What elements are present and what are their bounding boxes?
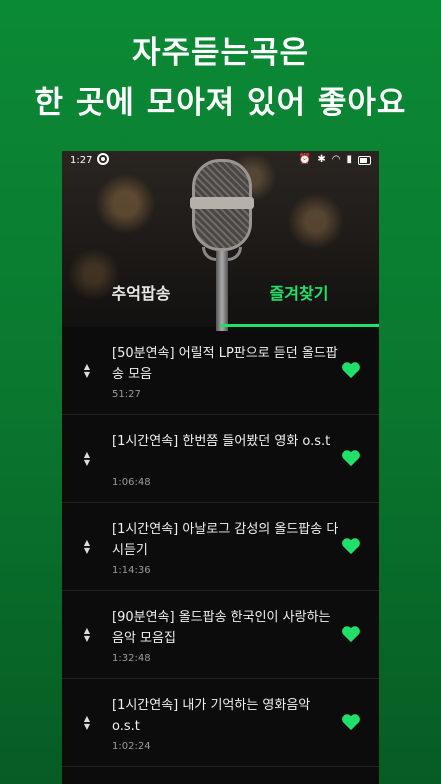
track-title: [1시간연속] 내가 기억하는 영화음악 o.s.t (112, 698, 311, 734)
bluetooth-icon: ✱ (317, 154, 326, 165)
promo-headline: 자주듣는곡은 한 곳에 모아져 있어 좋아요 (0, 28, 441, 128)
reorder-icon[interactable]: ▲ ▼ (81, 503, 93, 590)
track-title: [50분연속] 어릴적 LP판으로 듣던 올드팝송 모음 (112, 346, 338, 382)
status-time: 1:27 (70, 155, 93, 166)
heart-icon[interactable] (341, 537, 361, 555)
track-duration: 1:14:36 (112, 565, 151, 576)
reorder-icon[interactable]: ▲ ▼ (81, 327, 93, 414)
reorder-icon[interactable]: ▲ ▼ (81, 591, 93, 678)
track-title: [1시간연속] 한번쯤 들어봤던 영화 o.s.t (112, 434, 331, 449)
headline-line-1: 자주듣는곡은 (131, 35, 310, 71)
signal-icon: ▮ (346, 154, 352, 165)
status-bar: 1:27 ⏰ ✱ ◠ ▮ (62, 151, 379, 171)
tab-bar: 추억팝송 즐겨찾기 (62, 279, 379, 327)
list-item[interactable]: ▲ ▼ [1시간연속] 아날로그 감성의 올드팝송 다시듣기 1:14:36 (62, 503, 379, 591)
heart-icon[interactable] (341, 449, 361, 467)
tab-memories-pop[interactable]: 추억팝송 (62, 279, 220, 327)
track-duration: 1:02:24 (112, 741, 151, 752)
reorder-icon[interactable]: ▲ ▼ (81, 679, 93, 766)
battery-icon (358, 155, 371, 165)
track-duration: 1:06:48 (112, 477, 151, 488)
phone-screen: 1:27 ⏰ ✱ ◠ ▮ 추억팝송 즐겨찾기 ▲ ▼ [50분연속] 어릴적 LP… (62, 151, 379, 784)
favorites-list: ▲ ▼ [50분연속] 어릴적 LP판으로 듣던 올드팝송 모음 51:27 ▲ ▼… (62, 327, 379, 767)
alarm-icon: ⏰ (298, 154, 312, 165)
heart-icon[interactable] (341, 625, 361, 643)
heart-icon[interactable] (341, 361, 361, 379)
list-item[interactable]: ▲ ▼ [1시간연속] 내가 기억하는 영화음악 o.s.t 1:02:24 (62, 679, 379, 767)
track-duration: 51:27 (112, 389, 141, 400)
reorder-icon[interactable]: ▲ ▼ (81, 415, 93, 502)
list-item[interactable]: ▲ ▼ [50분연속] 어릴적 LP판으로 듣던 올드팝송 모음 51:27 (62, 327, 379, 415)
status-icons: ⏰ ✱ ◠ ▮ (299, 154, 371, 166)
record-icon (97, 153, 109, 165)
track-duration: 1:32:48 (112, 653, 151, 664)
wifi-icon: ◠ (331, 154, 341, 165)
track-title: [1시간연속] 아날로그 감성의 올드팝송 다시듣기 (112, 522, 339, 558)
headline-line-2: 한 곳에 모아져 있어 좋아요 (34, 85, 407, 121)
list-item[interactable]: ▲ ▼ [1시간연속] 한번쯤 들어봤던 영화 o.s.t 1:06:48 (62, 415, 379, 503)
track-title: [90분연속] 올드팝송 한국인이 사랑하는 음악 모음집 (112, 610, 331, 646)
heart-icon[interactable] (341, 713, 361, 731)
tab-favorites[interactable]: 즐겨찾기 (220, 279, 378, 327)
list-item[interactable]: ▲ ▼ [90분연속] 올드팝송 한국인이 사랑하는 음악 모음집 1:32:48 (62, 591, 379, 679)
